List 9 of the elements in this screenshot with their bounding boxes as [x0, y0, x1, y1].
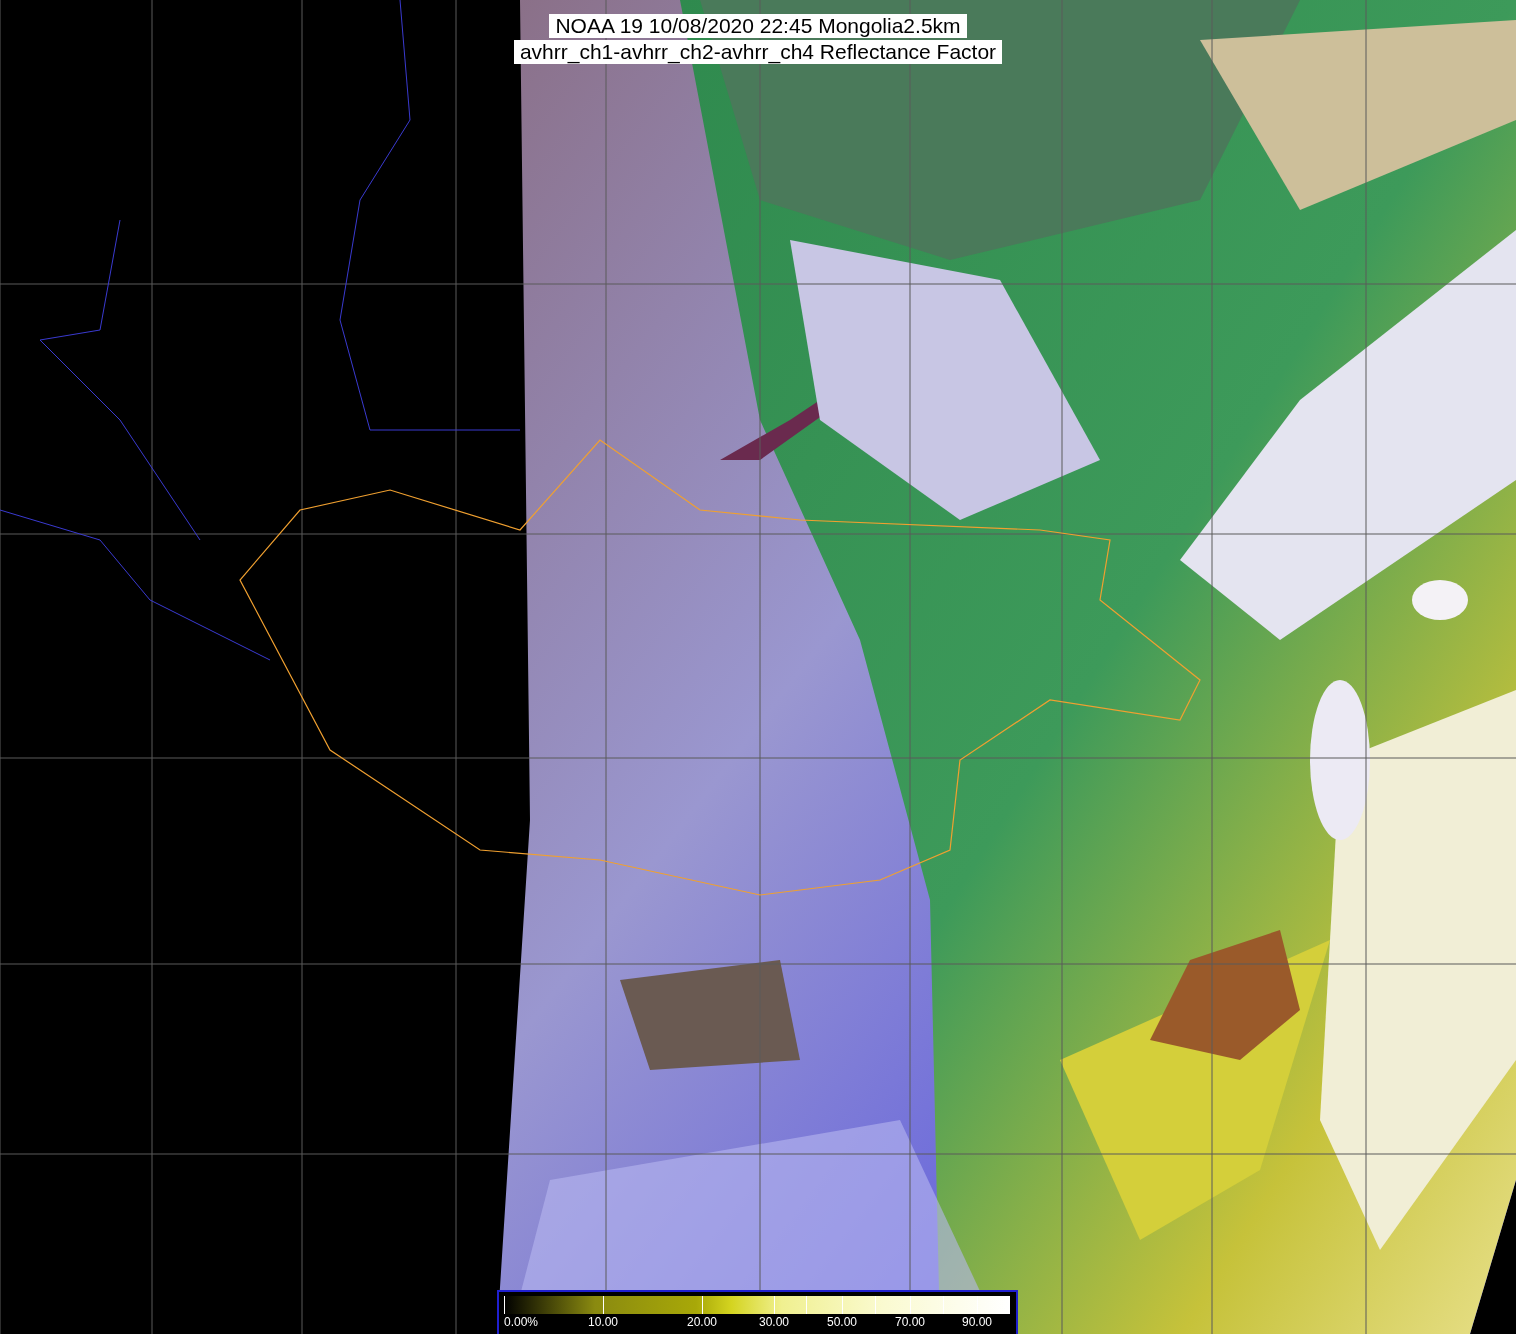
colorbar-label: 50.00 [827, 1315, 857, 1329]
colorbar-label: 0.00% [504, 1315, 539, 1329]
colorbar-label: 10.00 [588, 1315, 618, 1329]
colorbar-label: 90.00 [962, 1315, 992, 1329]
image-title: avhrr_ch1-avhrr_ch2-avhrr_ch4 Reflectance Factor [513, 40, 1003, 64]
colorbar-label: 30.00 [759, 1315, 789, 1329]
image-title: NOAA 19 10/08/2020 22:45 Mongolia2.5km [549, 14, 967, 38]
colorbar-label: 70.00 [895, 1315, 925, 1329]
colorbar-label: 20.00 [687, 1315, 717, 1329]
